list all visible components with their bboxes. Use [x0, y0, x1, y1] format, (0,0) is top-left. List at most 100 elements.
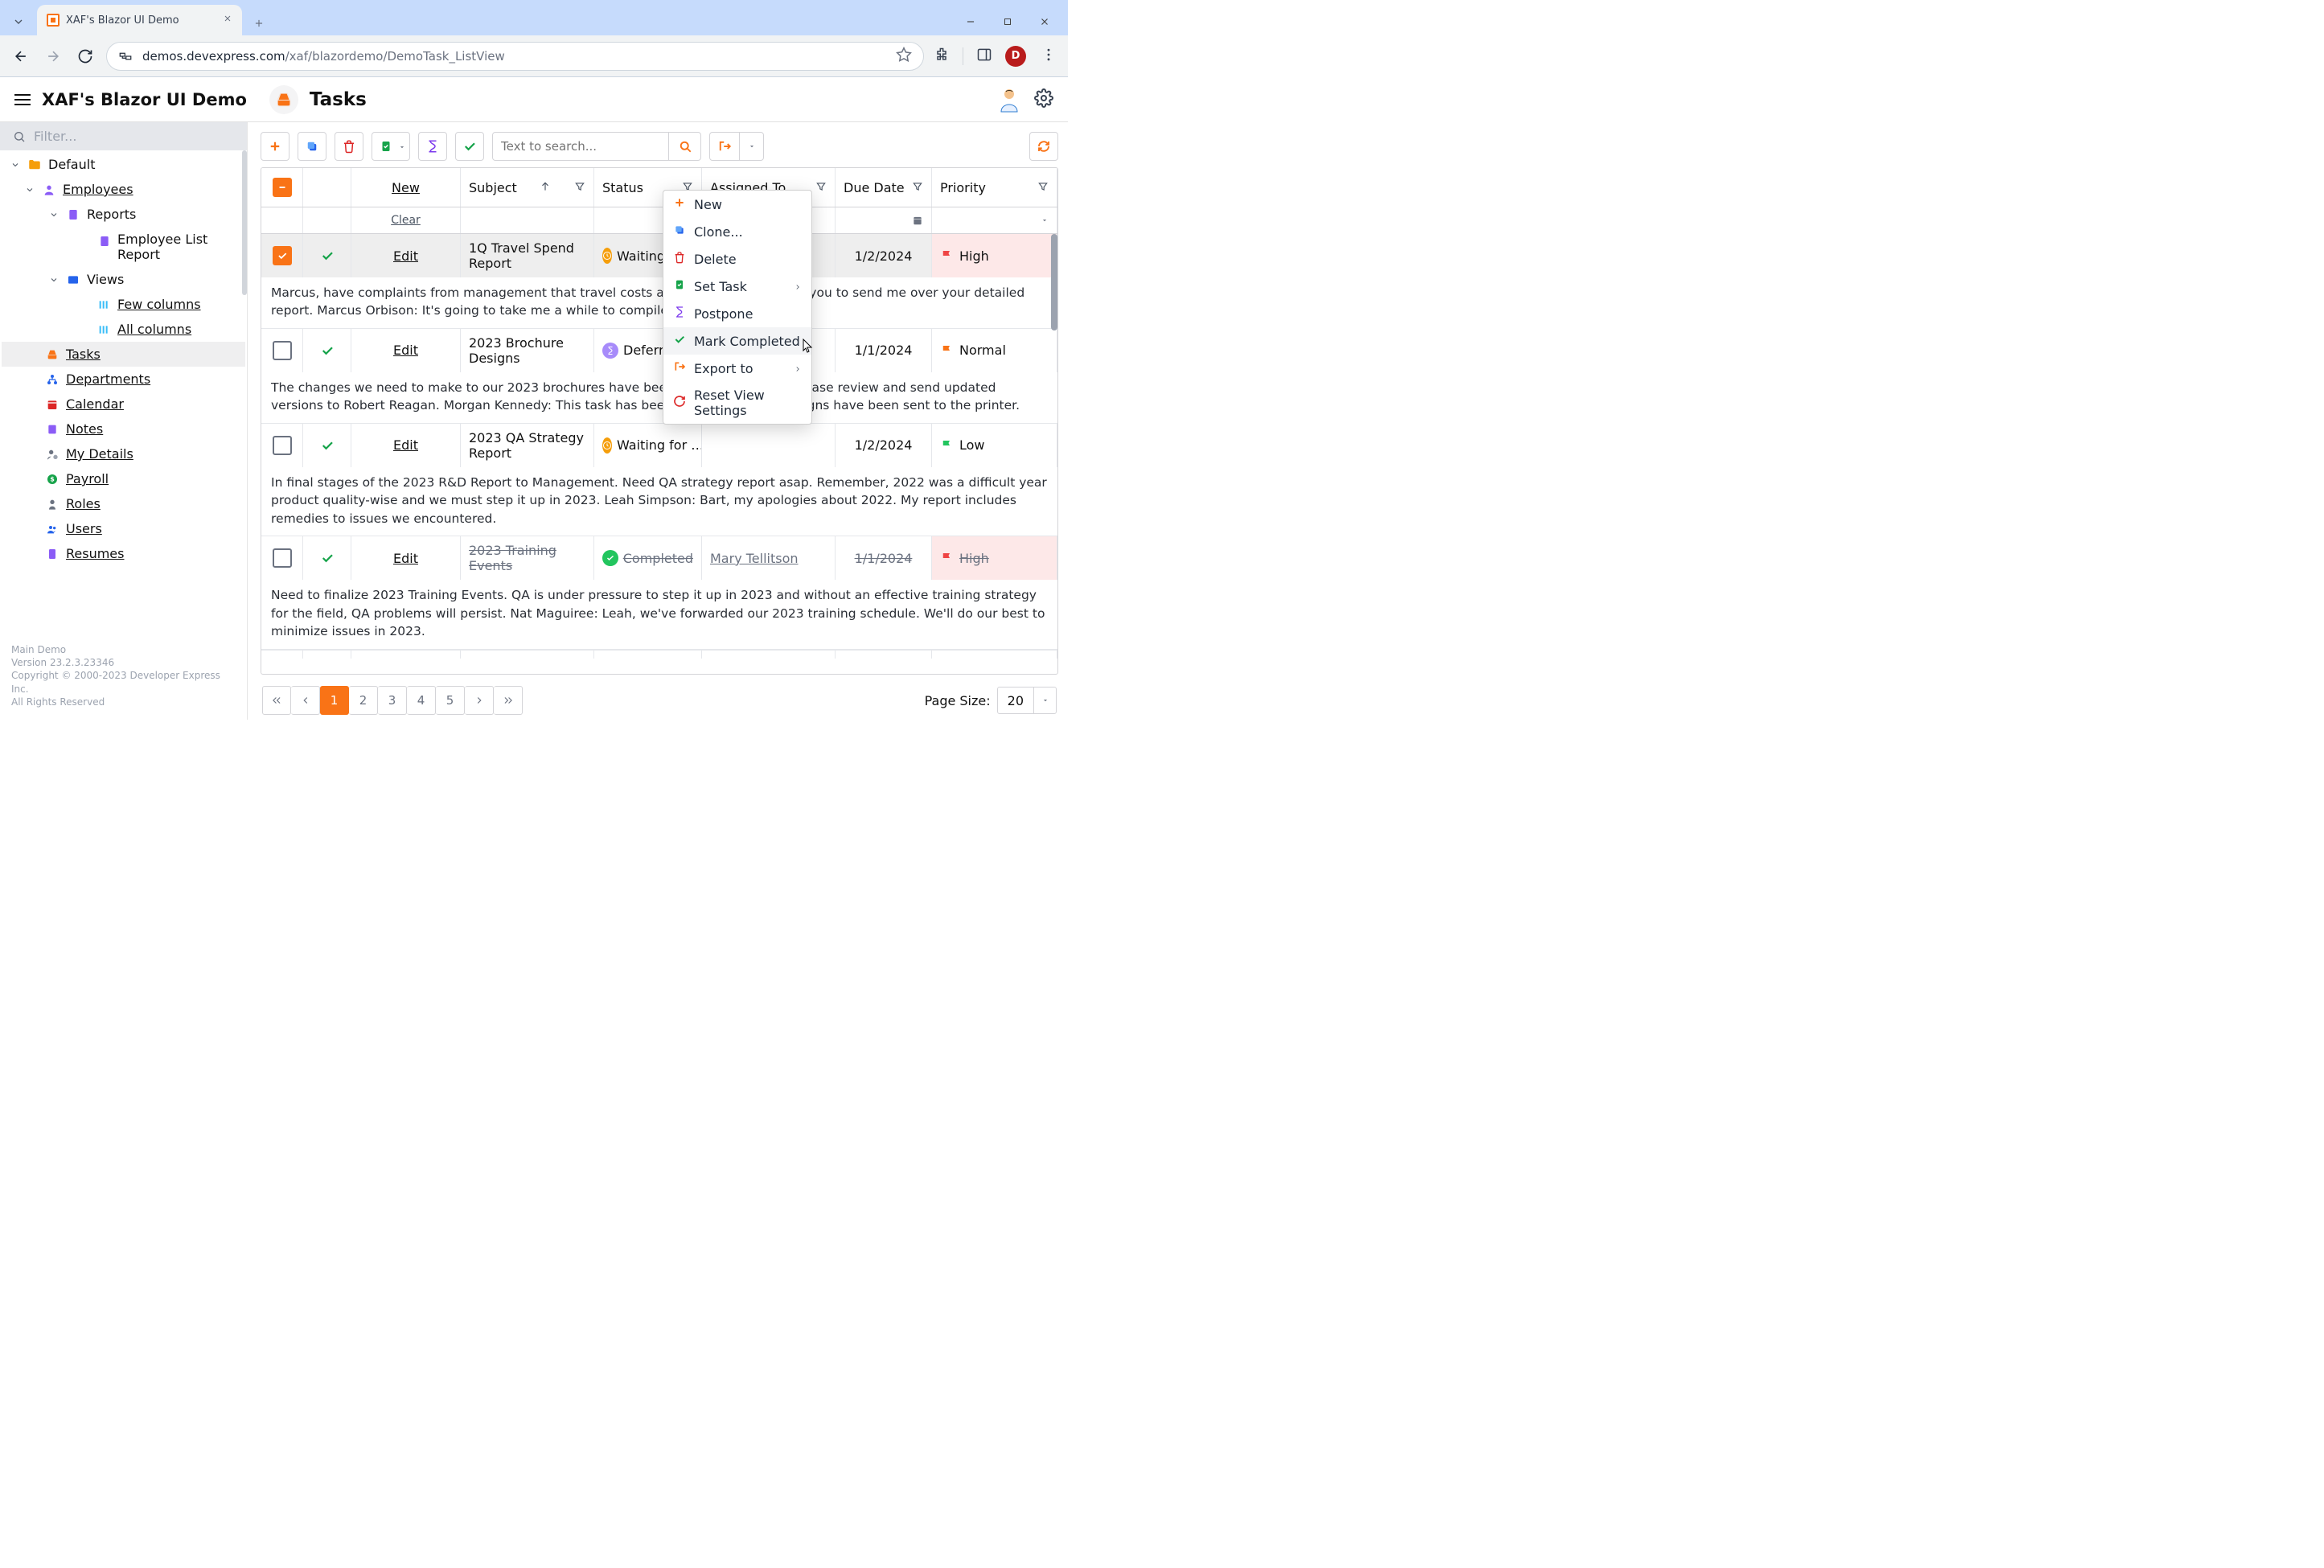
nav-reload-button[interactable] — [74, 45, 96, 68]
pager-first[interactable] — [262, 686, 291, 715]
filter-icon[interactable] — [815, 180, 827, 195]
ctx-set-task[interactable]: Set Task — [663, 273, 811, 300]
select-all-checkbox[interactable] — [273, 178, 292, 197]
side-panel-icon[interactable] — [976, 47, 992, 66]
row-checkbox[interactable] — [273, 341, 292, 360]
postpone-button[interactable] — [418, 132, 447, 161]
tree-item-departments[interactable]: Departments — [2, 367, 245, 392]
pager-prev[interactable] — [291, 686, 320, 715]
tree-item-reports[interactable]: Reports — [2, 202, 245, 227]
delete-button[interactable] — [335, 132, 363, 161]
window-minimize-button[interactable] — [952, 8, 989, 35]
tree-item-all-columns[interactable]: All columns — [2, 317, 245, 342]
ctx-mark-completed[interactable]: Mark Completed — [663, 327, 811, 355]
menu-dots-icon[interactable] — [1039, 47, 1058, 66]
refresh-button[interactable] — [1029, 132, 1058, 161]
extensions-icon[interactable] — [934, 47, 950, 66]
new-button[interactable] — [261, 132, 289, 161]
pager-page-1[interactable]: 1 — [320, 686, 349, 715]
pager-page-3[interactable]: 3 — [378, 686, 407, 715]
pager-next[interactable] — [465, 686, 494, 715]
tree-item-few-columns[interactable]: Few columns — [2, 292, 245, 317]
window-maximize-button[interactable] — [989, 8, 1026, 35]
mark-completed-button[interactable] — [455, 132, 484, 161]
row-completed-indicator[interactable] — [303, 536, 351, 580]
sidebar-filter[interactable]: Filter... — [0, 122, 247, 150]
gear-icon[interactable] — [1034, 88, 1053, 111]
nav-back-button[interactable] — [10, 45, 32, 68]
cell-assigned[interactable]: Mary Tellitson — [702, 536, 836, 580]
clone-button[interactable] — [298, 132, 326, 161]
grid-scrollbar[interactable] — [1051, 234, 1057, 674]
ctx-reset-view-settings[interactable]: Reset View Settings — [663, 382, 811, 424]
nav-forward-button[interactable] — [42, 45, 64, 68]
table-row[interactable]: Edit 1Q Travel Spend Report Waiting for … — [261, 234, 1057, 277]
filter-icon[interactable] — [912, 180, 923, 195]
pagesize-select[interactable]: 20 — [997, 687, 1057, 714]
ctx-delete[interactable]: Delete — [663, 245, 811, 273]
export-button[interactable] — [709, 132, 764, 161]
window-close-button[interactable] — [1026, 8, 1063, 35]
pager-page-2[interactable]: 2 — [349, 686, 378, 715]
bookmark-star-icon[interactable] — [896, 47, 912, 66]
ctx-clone-[interactable]: Clone... — [663, 218, 811, 245]
tree-item-views[interactable]: Views — [2, 267, 245, 292]
site-settings-icon[interactable] — [118, 49, 133, 64]
cell-assigned[interactable] — [702, 424, 836, 467]
header-priority[interactable]: Priority — [932, 168, 1057, 207]
tree-item-resumes[interactable]: Resumes — [2, 541, 245, 566]
search-input[interactable] — [493, 139, 668, 154]
row-completed-indicator[interactable] — [303, 329, 351, 372]
header-subject[interactable]: Subject — [461, 168, 594, 207]
filter-icon[interactable] — [574, 180, 585, 195]
tree-item-calendar[interactable]: Calendar — [2, 392, 245, 417]
filter-due[interactable] — [836, 207, 932, 233]
filter-priority[interactable] — [932, 207, 1057, 233]
ctx-postpone[interactable]: Postpone — [663, 300, 811, 327]
profile-avatar[interactable]: D — [1005, 46, 1026, 67]
table-row[interactable]: Edit 2023 Brochure Designs Deferred 1/1/… — [261, 329, 1057, 372]
chevron-down-icon[interactable] — [5, 8, 32, 35]
pager-page-5[interactable]: 5 — [436, 686, 465, 715]
ctx-new[interactable]: New — [663, 191, 811, 218]
header-select-all[interactable] — [261, 168, 303, 207]
export-icon[interactable] — [710, 133, 739, 160]
tree-item-payroll[interactable]: $ Payroll — [2, 466, 245, 491]
table-row[interactable]: Edit 2023 QA Strategy Report Waiting for… — [261, 424, 1057, 467]
url-bar[interactable]: demos.devexpress.com/xaf/blazordemo/Demo… — [106, 42, 924, 71]
row-checkbox[interactable] — [273, 548, 292, 568]
edit-link[interactable]: Edit — [393, 343, 418, 358]
browser-tab[interactable]: XAF's Blazor UI Demo — [37, 5, 242, 35]
header-new-link[interactable]: New — [351, 168, 461, 207]
table-row[interactable]: Edit 2023 Training Events Completed Mary… — [261, 536, 1057, 580]
tree-item-employee-list-report[interactable]: Employee List Report — [2, 227, 245, 267]
filter-subject[interactable] — [461, 207, 594, 233]
tree-item-notes[interactable]: Notes — [2, 417, 245, 441]
user-photo-icon[interactable] — [999, 87, 1020, 113]
edit-link[interactable]: Edit — [393, 551, 418, 566]
ctx-export-to[interactable]: Export to — [663, 355, 811, 382]
row-completed-indicator[interactable] — [303, 424, 351, 467]
header-due[interactable]: Due Date — [836, 168, 932, 207]
pager-last[interactable] — [494, 686, 523, 715]
tree-item-my-details[interactable]: My Details — [2, 441, 245, 466]
close-icon[interactable] — [223, 14, 232, 27]
pager-page-4[interactable]: 4 — [407, 686, 436, 715]
row-completed-indicator[interactable] — [303, 234, 351, 277]
row-checkbox[interactable] — [273, 436, 292, 455]
menu-toggle-button[interactable] — [14, 94, 31, 105]
sidebar-scrollbar[interactable] — [242, 150, 247, 634]
tree-item-roles[interactable]: Roles — [2, 491, 245, 516]
filter-icon[interactable] — [1037, 180, 1049, 195]
tree-item-default[interactable]: Default — [2, 152, 245, 177]
header-complete[interactable] — [303, 168, 351, 207]
edit-link[interactable]: Edit — [393, 437, 418, 453]
set-task-button[interactable] — [372, 132, 410, 161]
tree-item-employees[interactable]: Employees — [2, 177, 245, 202]
filter-clear[interactable]: Clear — [351, 207, 461, 233]
chevron-down-icon[interactable] — [739, 133, 763, 160]
row-checkbox-checked[interactable] — [273, 246, 292, 265]
search-field[interactable] — [492, 132, 701, 161]
search-icon[interactable] — [668, 132, 700, 161]
tree-item-tasks[interactable]: Tasks — [2, 342, 245, 367]
